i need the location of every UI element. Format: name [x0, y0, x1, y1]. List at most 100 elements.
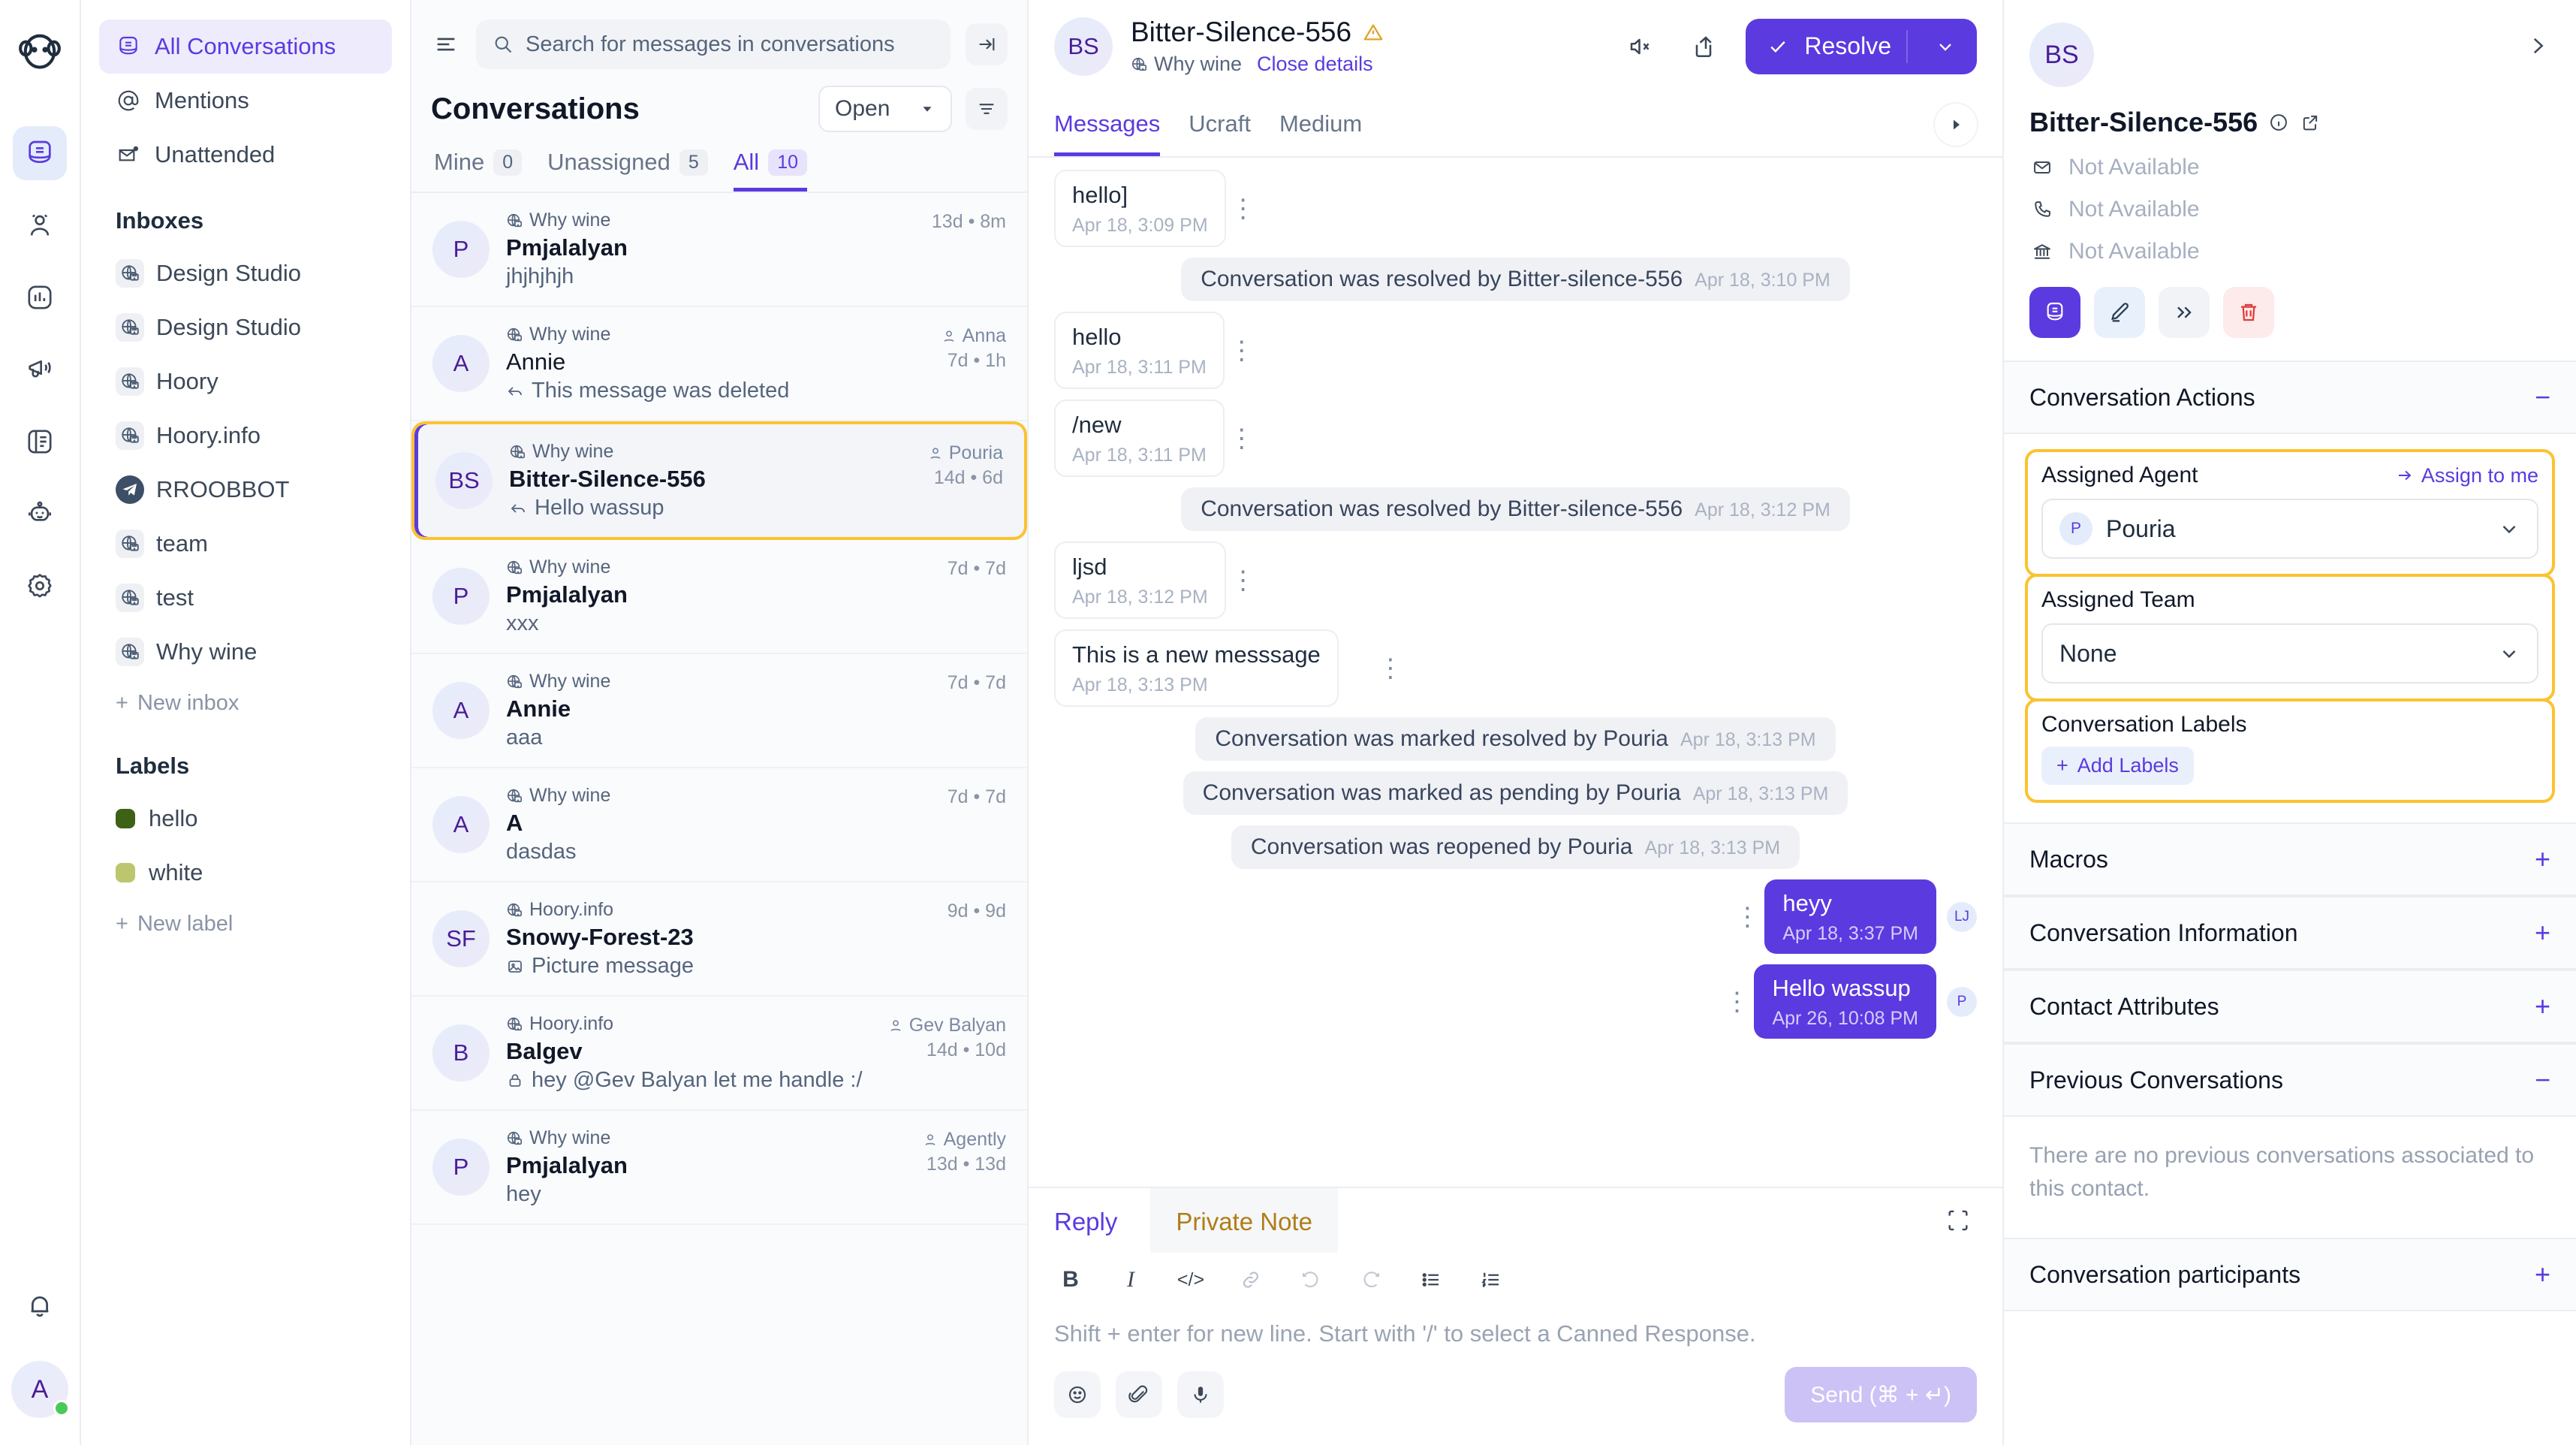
merge-contacts-icon[interactable] [2159, 287, 2210, 338]
external-link-icon[interactable] [2300, 112, 2321, 133]
tab-messages[interactable]: Messages [1054, 92, 1161, 156]
sidebar-label-hello[interactable]: hello [99, 792, 392, 846]
new-conversation-button[interactable] [2029, 287, 2080, 338]
microphone-icon[interactable] [1177, 1371, 1224, 1418]
collapse-toggle-icon[interactable]: − [2535, 382, 2550, 413]
conversation-row[interactable]: P Why wine Pmjalalyan jhjhjhjh 13d • 8m [411, 193, 1027, 307]
section-conversation-actions-header[interactable]: Conversation Actions − [2004, 360, 2576, 434]
tab-mine[interactable]: Mine 0 [434, 149, 523, 192]
conversation-row[interactable]: A Why wine A dasdas 7d • 7d [411, 768, 1027, 882]
message-menu-icon[interactable]: ⋮ [1226, 194, 1261, 224]
assigned-agent-select[interactable]: P Pouria [2041, 499, 2538, 559]
rail-item-help-center[interactable] [13, 415, 67, 469]
rail-item-reports[interactable] [13, 270, 67, 324]
conversation-inbox: Why wine [506, 324, 941, 345]
italic-icon[interactable]: I [1114, 1263, 1147, 1296]
resolve-button[interactable]: Resolve [1746, 18, 1977, 74]
conversation-row[interactable]: P Why wine Pmjalalyan hey Agently 13d • … [411, 1111, 1027, 1225]
sidebar-inbox-rroobbot[interactable]: RROOBBOT [99, 463, 392, 517]
rail-item-campaigns[interactable] [13, 342, 67, 397]
sidebar-inbox-team[interactable]: team [99, 517, 392, 571]
sidebar-item-all-conversations[interactable]: All Conversations [99, 20, 392, 74]
attachment-paperclip-icon[interactable] [1116, 1371, 1162, 1418]
message-menu-icon[interactable]: ⋮ [1730, 902, 1764, 932]
sidebar-inbox-hoory[interactable]: Hoory [99, 354, 392, 409]
message-menu-icon[interactable]: ⋮ [1225, 424, 1259, 454]
sidebar-inbox-design-studio-2[interactable]: Design Studio [99, 300, 392, 354]
tab-medium[interactable]: Medium [1279, 92, 1362, 156]
bold-icon[interactable]: B [1054, 1263, 1087, 1296]
emoji-icon[interactable] [1054, 1371, 1101, 1418]
code-icon[interactable]: </> [1174, 1263, 1207, 1296]
tab-unassigned[interactable]: Unassigned 5 [547, 149, 708, 192]
conversation-row[interactable]: P Why wine Pmjalalyan xxx 7d • 7d [411, 540, 1027, 654]
expand-toggle-icon[interactable]: + [2535, 991, 2550, 1022]
delete-trash-icon[interactable] [2223, 287, 2274, 338]
reply-input-placeholder[interactable]: Shift + enter for new line. Start with '… [1029, 1304, 2002, 1347]
chevron-down-icon[interactable] [1923, 36, 1968, 57]
conversation-row[interactable]: A Why wine Annie aaa 7d • 7d [411, 654, 1027, 768]
expand-toggle-icon[interactable]: + [2535, 917, 2550, 949]
new-inbox-button[interactable]: + New inbox [99, 679, 392, 727]
tab-all[interactable]: All 10 [733, 149, 807, 192]
expand-toggle-icon[interactable]: + [2535, 843, 2550, 875]
send-button[interactable]: Send (⌘ + ↵) [1785, 1367, 1977, 1422]
sidebar-label-white[interactable]: white [99, 846, 392, 900]
message-menu-icon[interactable]: ⋮ [1226, 566, 1261, 596]
numbered-list-icon[interactable] [1475, 1263, 1508, 1296]
tabs-next-arrow-icon[interactable] [1935, 104, 1977, 146]
expand-editor-icon[interactable] [1939, 1202, 1977, 1239]
conversation-row-selected[interactable]: BS Why wine Bitter-Silence-556 Hello was… [411, 421, 1027, 540]
sidebar-inbox-design-studio-1[interactable]: Design Studio [99, 246, 392, 300]
conversation-row[interactable]: B Hoory.info Balgev hey @Gev Balyan let … [411, 997, 1027, 1111]
filter-button[interactable] [966, 88, 1008, 130]
search-input[interactable]: Search for messages in conversations [476, 20, 951, 69]
sidebar-inbox-hoory-info[interactable]: Hoory.info [99, 409, 392, 463]
mute-speaker-icon[interactable] [1619, 26, 1662, 68]
sidebar-inbox-why-wine[interactable]: Why wine [99, 625, 392, 679]
menu-hamburger-icon[interactable] [431, 29, 461, 59]
rail-item-contacts[interactable] [13, 198, 67, 252]
conversation-time: 14d • 6d [933, 467, 1003, 488]
status-filter-select[interactable]: Open [818, 86, 952, 132]
user-avatar[interactable]: A [11, 1361, 70, 1418]
expand-toggle-icon[interactable]: + [2535, 1259, 2550, 1290]
assign-to-me-button[interactable]: Assign to me [2396, 464, 2538, 487]
undo-icon[interactable] [1294, 1263, 1327, 1296]
sidebar-item-unattended[interactable]: Unattended [99, 128, 392, 182]
rail-item-bots[interactable] [13, 487, 67, 541]
chevron-right-icon[interactable] [2525, 33, 2550, 59]
notification-bell-icon[interactable] [13, 1278, 67, 1332]
message-menu-icon[interactable]: ⋮ [1373, 653, 1408, 683]
section-conversation-participants-header[interactable]: Conversation participants + [2004, 1238, 2576, 1311]
close-details-link[interactable]: Close details [1257, 53, 1373, 76]
tab-reply[interactable]: Reply [1054, 1188, 1117, 1253]
add-labels-button[interactable]: + Add Labels [2041, 747, 2194, 785]
tab-ucraft[interactable]: Ucraft [1189, 92, 1251, 156]
edit-pencil-icon[interactable] [2094, 287, 2145, 338]
collapse-toggle-icon[interactable]: − [2535, 1064, 2550, 1096]
message-menu-icon[interactable]: ⋮ [1719, 987, 1754, 1017]
collapse-panel-button[interactable] [966, 23, 1008, 65]
bullet-list-icon[interactable] [1415, 1263, 1448, 1296]
section-contact-attributes-header[interactable]: Contact Attributes + [2004, 970, 2576, 1043]
assigned-team-select[interactable]: None [2041, 623, 2538, 683]
app-logo-icon[interactable] [13, 26, 67, 80]
section-macros-header[interactable]: Macros + [2004, 822, 2576, 896]
info-circle-icon[interactable] [2268, 112, 2289, 133]
section-previous-conversations-header[interactable]: Previous Conversations − [2004, 1043, 2576, 1117]
sidebar-inbox-test[interactable]: test [99, 571, 392, 625]
message-menu-icon[interactable]: ⋮ [1225, 336, 1259, 366]
sidebar-item-mentions[interactable]: Mentions [99, 74, 392, 128]
new-label-button[interactable]: + New label [99, 900, 392, 948]
conversation-row[interactable]: SF Hoory.info Snowy-Forest-23 Picture me… [411, 882, 1027, 997]
share-icon[interactable] [1683, 26, 1725, 68]
message-bubble: heyy Apr 18, 3:37 PM [1764, 879, 1936, 954]
conversation-row[interactable]: A Why wine Annie This message was delete… [411, 307, 1027, 421]
redo-icon[interactable] [1354, 1263, 1387, 1296]
section-conversation-information-header[interactable]: Conversation Information + [2004, 896, 2576, 970]
rail-item-settings[interactable] [13, 559, 67, 613]
link-icon[interactable] [1234, 1263, 1267, 1296]
rail-item-conversations[interactable] [13, 126, 67, 180]
tab-private-note[interactable]: Private Note [1150, 1188, 1338, 1253]
